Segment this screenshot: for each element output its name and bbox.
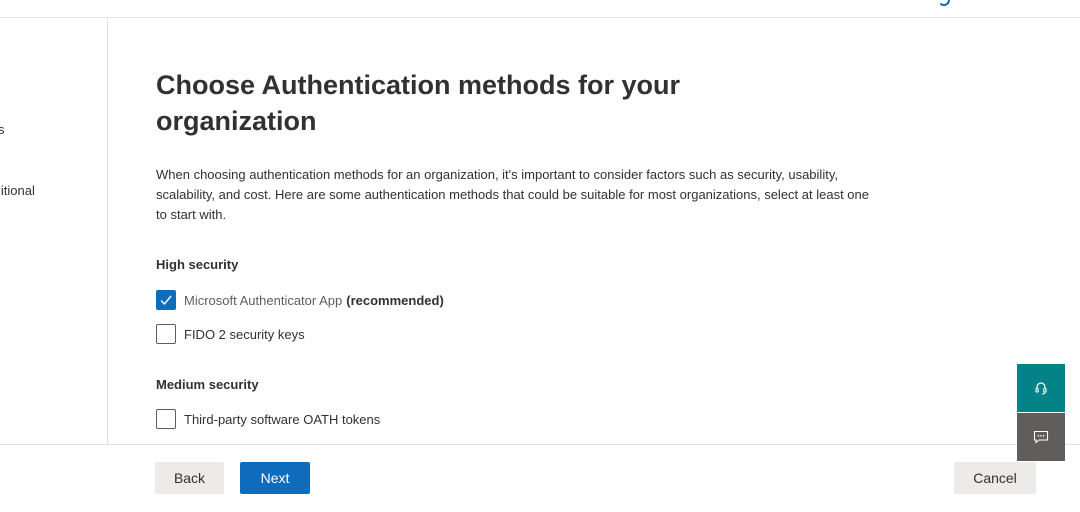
option-third-party-oath[interactable]: Third-party software OATH tokens	[156, 409, 380, 429]
page-description: When choosing authentication methods for…	[156, 167, 869, 222]
option-fido2-keys[interactable]: FIDO 2 security keys	[156, 324, 305, 344]
wizard-steps-nav: s litional	[0, 18, 108, 444]
nav-step-label-conditional[interactable]: litional	[0, 183, 35, 198]
checkbox-fido2-keys[interactable]	[156, 324, 176, 344]
option-label: Microsoft Authenticator App	[184, 292, 343, 308]
page-title: Choose Authentication methods for your o…	[156, 70, 681, 136]
recommended-tag: (recommended)	[346, 292, 444, 308]
back-button[interactable]: Back	[155, 462, 224, 494]
main-content: Choose Authentication methods for your o…	[108, 18, 1080, 444]
top-bar	[0, 0, 1080, 18]
option-label: Third-party software OATH tokens	[184, 411, 381, 427]
option-label: FIDO 2 security keys	[184, 326, 305, 342]
nav-step-label[interactable]: s	[0, 122, 5, 137]
help-button[interactable]	[1017, 364, 1065, 412]
option-microsoft-authenticator[interactable]: Microsoft Authenticator App (recommended…	[156, 290, 444, 310]
checkbox-microsoft-authenticator[interactable]	[156, 290, 176, 310]
checkmark-icon	[160, 295, 172, 306]
next-button[interactable]: Next	[240, 462, 310, 494]
feedback-icon	[1033, 430, 1049, 444]
section-heading-high-security: High security	[156, 257, 239, 272]
cancel-button[interactable]: Cancel	[954, 462, 1036, 494]
checkbox-third-party-oath[interactable]	[156, 409, 176, 429]
headset-icon	[1035, 382, 1047, 395]
section-heading-medium-security: Medium security	[156, 377, 259, 392]
feedback-button[interactable]	[1017, 413, 1065, 461]
account-icon[interactable]	[938, 0, 950, 6]
wizard-footer: Back Next Cancel	[0, 444, 1080, 512]
